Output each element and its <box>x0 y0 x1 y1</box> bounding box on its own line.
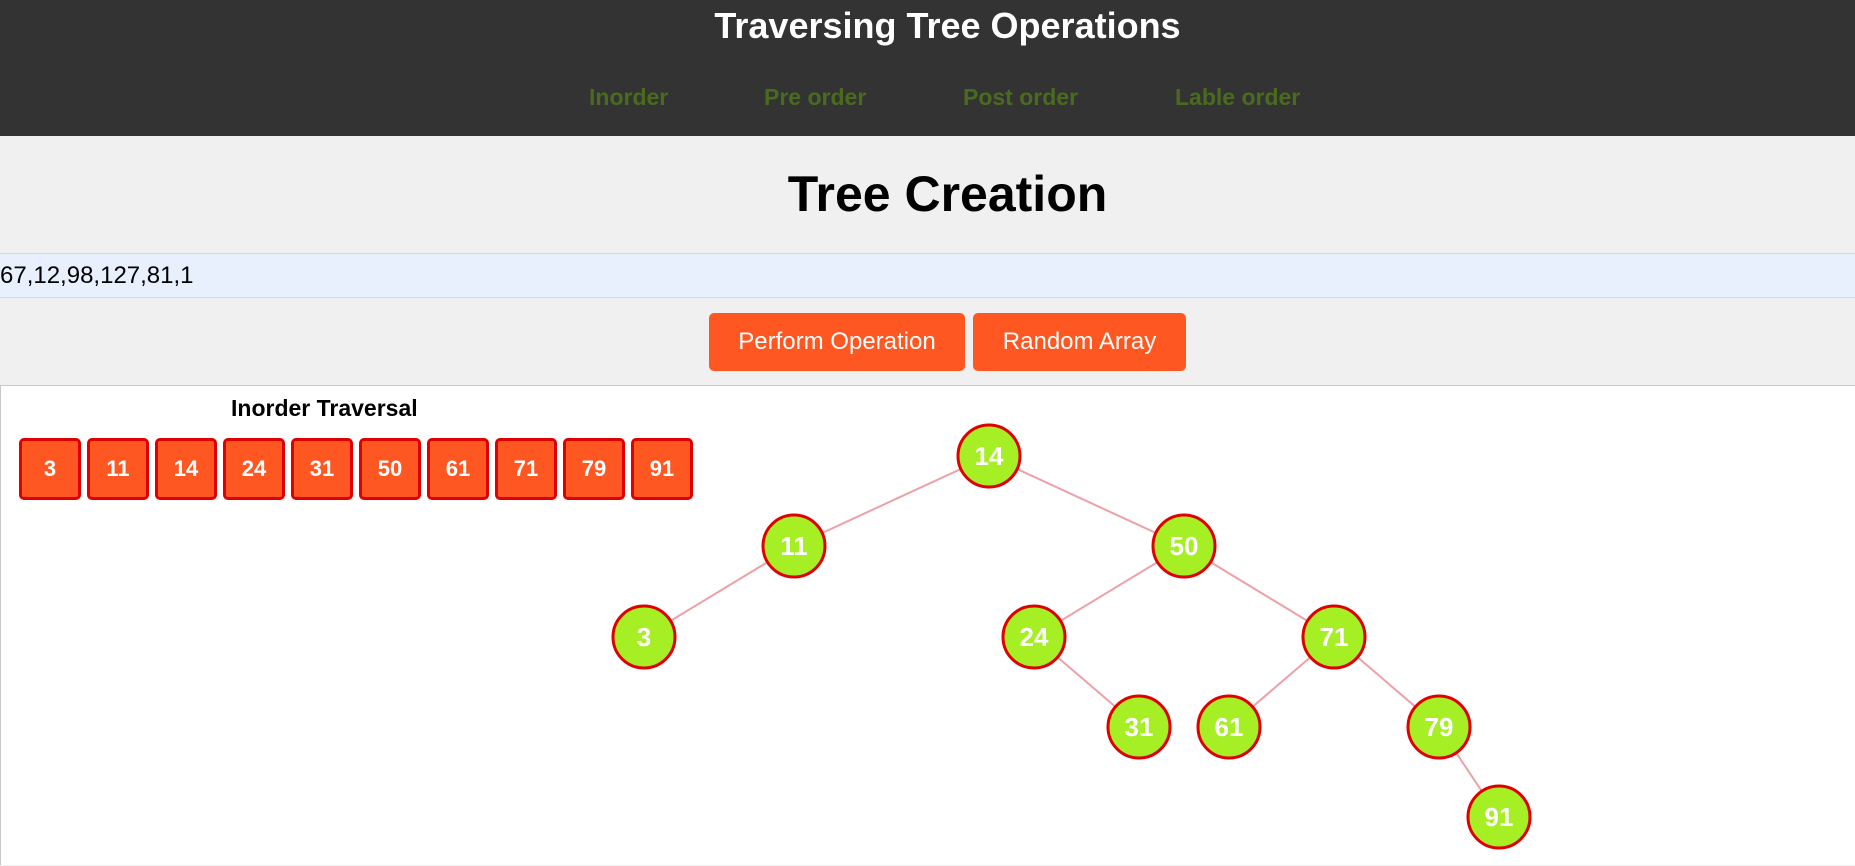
page-title: Tree Creation <box>787 166 1108 222</box>
tree-node: 50 <box>1151 513 1217 579</box>
tree-nodes: 14 11 50 3 24 71 31 61 79 91 <box>611 423 1532 850</box>
tree-node-label: 50 <box>1170 531 1199 561</box>
tree-node: 24 <box>1001 604 1067 670</box>
tree-node: 71 <box>1301 604 1367 670</box>
tree-node: 14 <box>956 423 1022 489</box>
nav-link-lableorder[interactable]: Lable order <box>1175 80 1300 114</box>
tree-node: 31 <box>1106 694 1172 760</box>
tree-node-label: 24 <box>1020 622 1049 652</box>
top-header: Traversing Tree Operations Inorder Pre o… <box>0 0 1855 136</box>
nav-link-postorder[interactable]: Post order <box>963 80 1078 114</box>
tree-node-label: 71 <box>1320 622 1349 652</box>
array-input[interactable] <box>0 253 1855 298</box>
app-title: Traversing Tree Operations <box>714 5 1181 46</box>
nav-link-inorder[interactable]: Inorder <box>589 80 668 114</box>
tree-canvas: Inorder Traversal 3 11 14 24 31 50 61 71… <box>0 385 1855 865</box>
tree-node: 3 <box>611 604 677 670</box>
tree-node-label: 31 <box>1125 712 1154 742</box>
tree-node: 61 <box>1196 694 1262 760</box>
tree-edges <box>643 455 1500 818</box>
tree-node-label: 79 <box>1425 712 1454 742</box>
tree-node: 91 <box>1466 784 1532 850</box>
tree-node-label: 91 <box>1485 802 1514 832</box>
random-array-button[interactable]: Random Array <box>973 313 1186 371</box>
traversal-nav: Inorder Pre order Post order Lable order <box>0 80 1855 114</box>
perform-operation-button[interactable]: Perform Operation <box>709 313 965 371</box>
tree-node-label: 11 <box>780 531 808 561</box>
nav-link-preorder[interactable]: Pre order <box>764 80 866 114</box>
tree-node: 79 <box>1406 694 1472 760</box>
tree-node-label: 3 <box>637 622 651 652</box>
tree-node: 11 <box>761 513 827 579</box>
tree-node-label: 61 <box>1215 712 1244 742</box>
tree-node-label: 14 <box>975 441 1004 471</box>
binary-tree-diagram: 14 11 50 3 24 71 31 61 79 91 <box>611 423 1532 850</box>
